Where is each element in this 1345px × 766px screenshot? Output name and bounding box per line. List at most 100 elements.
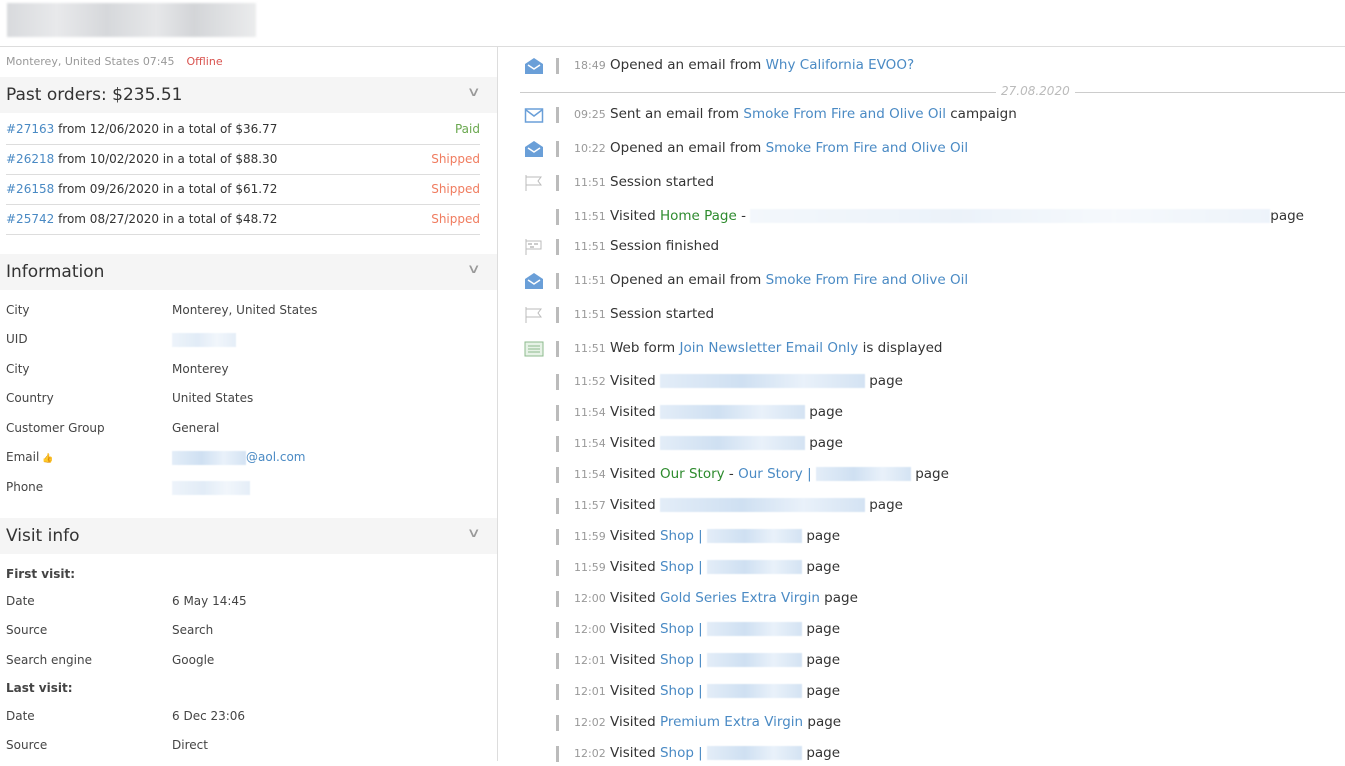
event-link[interactable]: Our Story bbox=[660, 466, 725, 482]
event-link[interactable]: Shop | bbox=[660, 559, 707, 575]
event-link[interactable]: Our Story | bbox=[738, 466, 816, 482]
order-row: #26158 from 09/26/2020 in a total of $61… bbox=[6, 175, 480, 205]
date-separator: 27.08.2020 bbox=[520, 84, 1345, 98]
section-title: Information bbox=[6, 262, 105, 282]
event-text-part: page bbox=[802, 528, 841, 544]
email-opened-icon bbox=[524, 57, 544, 75]
email-domain[interactable]: @aol.com bbox=[246, 450, 305, 464]
event-link[interactable]: Home Page bbox=[660, 208, 737, 224]
redacted-text bbox=[750, 209, 1271, 223]
order-link[interactable]: #27163 bbox=[6, 122, 54, 136]
event-link[interactable]: Shop | bbox=[660, 528, 707, 544]
event-time: 10:22 bbox=[574, 142, 606, 155]
event-link[interactable]: Smoke From Fire and Olive Oil bbox=[766, 140, 969, 156]
info-row: Customer Group General bbox=[6, 421, 219, 435]
info-row: City Monterey bbox=[6, 362, 229, 376]
event-text-part: page bbox=[804, 404, 843, 420]
email-opened-icon bbox=[524, 272, 544, 290]
event-text: Visited Our Story - Our Story | page bbox=[610, 466, 949, 482]
event-text-part: Opened an email from bbox=[610, 57, 766, 73]
event-time: 12:00 bbox=[574, 592, 606, 605]
order-status: Paid bbox=[454, 122, 480, 136]
customer-panel: Monterey, United States 07:45 Offline Pas… bbox=[0, 47, 498, 761]
event-time: 11:51 bbox=[574, 240, 606, 253]
checkered-flag-icon bbox=[524, 238, 544, 256]
thumbs-up-icon: 👍 bbox=[39, 454, 54, 464]
event-link[interactable]: Shop | bbox=[660, 621, 707, 637]
customer-location: Monterey, United States 07:45 Offline bbox=[6, 55, 223, 68]
field-value[interactable]: @aol.com bbox=[172, 450, 305, 465]
event-text: Visited page bbox=[610, 497, 903, 513]
redacted-text bbox=[707, 746, 803, 760]
event-text: Sent an email from Smoke From Fire and O… bbox=[610, 106, 1017, 122]
field-label: Last visit: bbox=[6, 681, 73, 695]
event-time: 12:02 bbox=[574, 716, 606, 729]
information-header[interactable]: Information ∨ bbox=[0, 254, 497, 290]
redacted-text bbox=[707, 653, 803, 667]
event-text: Visited Premium Extra Virgin page bbox=[610, 714, 841, 730]
event-text-part: page bbox=[1270, 208, 1304, 224]
event-text-part: page bbox=[802, 652, 841, 668]
info-row: Search engine Google bbox=[6, 653, 214, 667]
order-link[interactable]: #25742 bbox=[6, 212, 54, 226]
event-text-part: page bbox=[802, 559, 841, 575]
field-value bbox=[172, 480, 250, 495]
event-time: 12:00 bbox=[574, 623, 606, 636]
event-text-part: Opened an email from bbox=[610, 140, 766, 156]
email-sent-icon bbox=[524, 106, 544, 124]
event-link[interactable]: Smoke From Fire and Olive Oil bbox=[766, 272, 969, 288]
order-summary: from 09/26/2020 in a total of $61.72 bbox=[58, 182, 278, 196]
info-row: Email 👍 @aol.com bbox=[6, 450, 305, 465]
chevron-down-icon[interactable]: ∨ bbox=[467, 526, 481, 541]
event-text: Opened an email from Smoke From Fire and… bbox=[610, 272, 968, 288]
event-time: 11:54 bbox=[574, 406, 606, 419]
chevron-down-icon[interactable]: ∨ bbox=[467, 262, 481, 277]
field-value: Google bbox=[172, 653, 215, 667]
info-row: Last visit: bbox=[6, 681, 73, 695]
redacted-text bbox=[707, 622, 803, 636]
timeline-marker bbox=[556, 273, 559, 289]
visit-info-header[interactable]: Visit info ∨ bbox=[0, 518, 497, 554]
event-text-part: Visited bbox=[610, 435, 660, 451]
timeline-marker bbox=[556, 622, 559, 638]
event-link[interactable]: Smoke From Fire and Olive Oil bbox=[743, 106, 946, 122]
event-link[interactable]: Gold Series Extra Virgin bbox=[660, 590, 820, 606]
field-label: Source bbox=[6, 738, 48, 752]
event-link[interactable]: Premium Extra Virgin bbox=[660, 714, 803, 730]
timeline-marker bbox=[556, 684, 559, 700]
event-text-part: page bbox=[819, 590, 858, 606]
event-text-part: page bbox=[803, 714, 842, 730]
timeline-marker bbox=[556, 239, 559, 255]
order-status: Shipped bbox=[431, 182, 480, 196]
local-time: 07:45 bbox=[142, 55, 175, 68]
event-text-part: - bbox=[736, 208, 751, 224]
field-label: Source bbox=[6, 623, 48, 637]
redacted-text bbox=[707, 529, 803, 543]
event-link[interactable]: Shop | bbox=[660, 652, 707, 668]
event-time: 11:54 bbox=[574, 468, 606, 481]
timeline-marker bbox=[556, 405, 559, 421]
event-text-part: is displayed bbox=[858, 340, 943, 356]
event-link[interactable]: Shop | bbox=[660, 683, 707, 699]
event-text: Session started bbox=[610, 306, 714, 322]
event-text-part: Visited bbox=[610, 497, 660, 513]
info-row: Source Search bbox=[6, 623, 213, 637]
activity-timeline: 27.08.2020 18:49 Opened an email from Why… bbox=[498, 47, 1345, 762]
event-link[interactable]: Why California EVOO? bbox=[766, 57, 915, 73]
order-link[interactable]: #26218 bbox=[6, 152, 54, 166]
event-text: Visited Shop | page bbox=[610, 528, 840, 544]
field-value: General bbox=[172, 421, 220, 435]
logo bbox=[7, 3, 256, 37]
event-text: Visited Shop | page bbox=[610, 621, 840, 637]
order-link[interactable]: #26158 bbox=[6, 182, 54, 196]
past-orders-header[interactable]: Past orders: $235.51 ∨ bbox=[0, 77, 497, 113]
timeline-marker bbox=[556, 175, 559, 191]
event-link[interactable]: Join Newsletter Email Only bbox=[680, 340, 859, 356]
event-text-part: Web form bbox=[610, 340, 680, 356]
event-text-part: page bbox=[910, 466, 949, 482]
field-label: Country bbox=[6, 391, 54, 405]
event-link[interactable]: Shop | bbox=[660, 745, 707, 761]
timeline-marker bbox=[556, 307, 559, 323]
chevron-down-icon[interactable]: ∨ bbox=[467, 85, 481, 100]
redacted-text bbox=[707, 560, 803, 574]
